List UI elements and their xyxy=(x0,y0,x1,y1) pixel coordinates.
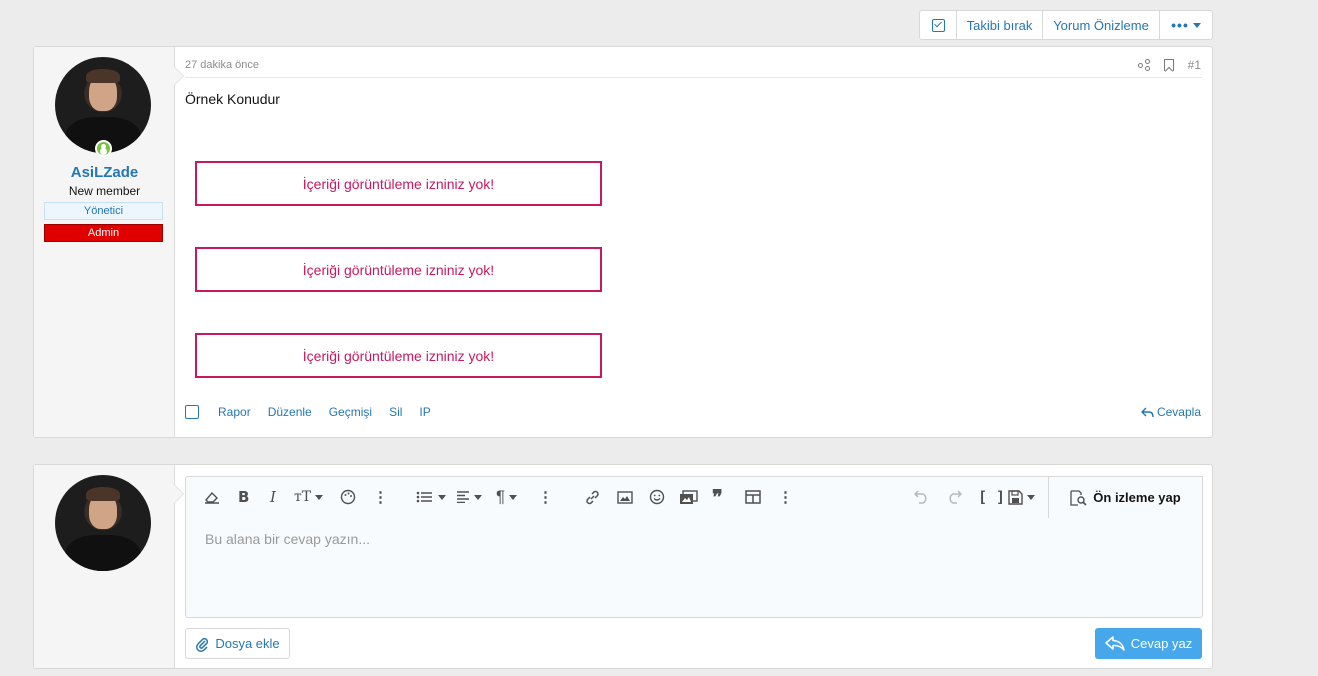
edit-link[interactable]: Düzenle xyxy=(268,405,312,419)
table-icon[interactable] xyxy=(745,486,761,508)
select-post-checkbox[interactable] xyxy=(185,405,199,419)
more-paragraph-options-icon[interactable]: ⋮ xyxy=(538,486,553,508)
preview-button-label: Ön izleme yap xyxy=(1093,490,1181,505)
redo-icon[interactable] xyxy=(946,486,962,508)
reply-icon xyxy=(1140,407,1154,417)
bbcode-toggle-icon[interactable]: [ ] xyxy=(978,486,1005,508)
submit-label: Cevap yaz xyxy=(1130,636,1193,651)
post-reply-button[interactable]: Cevap yaz xyxy=(1095,628,1202,659)
undo-icon[interactable] xyxy=(914,486,930,508)
attach-label: Dosya ekle xyxy=(215,636,280,651)
paragraph-icon[interactable]: ¶ xyxy=(496,486,518,508)
more-options-button[interactable]: ••• xyxy=(1160,11,1212,39)
media-icon[interactable] xyxy=(679,486,698,508)
post-number[interactable]: #1 xyxy=(1188,58,1201,72)
editor-toolbar: B I тT ⋮ ¶ ⋮ ❞ ⋮ [] Ön izleme yap xyxy=(186,476,1203,518)
post-actions: Rapor Düzenle Geçmişi Sil IP xyxy=(185,405,448,419)
select-thread-checkbox[interactable] xyxy=(920,11,957,39)
unfollow-button[interactable]: Takibi bırak xyxy=(957,11,1043,39)
font-size-icon[interactable]: тT xyxy=(294,486,324,508)
ip-link[interactable]: IP xyxy=(419,405,430,419)
avatar xyxy=(55,475,151,571)
reply-user-cell xyxy=(34,465,184,668)
italic-icon[interactable]: I xyxy=(270,486,276,508)
smiley-icon[interactable] xyxy=(649,486,665,508)
clear-format-icon[interactable] xyxy=(204,486,220,508)
more-dots-icon: ••• xyxy=(1171,17,1189,33)
user-title: New member xyxy=(68,184,141,198)
avatar[interactable] xyxy=(55,57,151,153)
attach-files-button[interactable]: Dosya ekle xyxy=(185,628,290,659)
reply-content: B I тT ⋮ ¶ ⋮ ❞ ⋮ [] Ön izleme yap Bu al… xyxy=(175,465,1212,668)
post-content: 27 dakika önce #1 Örnek Konudur İçeriği … xyxy=(175,47,1212,437)
more-text-options-icon[interactable]: ⋮ xyxy=(373,486,388,508)
editor-preview-button[interactable]: Ön izleme yap xyxy=(1048,476,1203,518)
history-link[interactable]: Geçmişi xyxy=(329,405,372,419)
staff-banner: Yönetici xyxy=(44,202,163,220)
post-timestamp[interactable]: 27 dakika önce xyxy=(185,59,259,71)
post-message: AsiLZade New member Yönetici Admin 27 da… xyxy=(33,46,1213,438)
quick-reply: B I тT ⋮ ¶ ⋮ ❞ ⋮ [] Ön izleme yap Bu al… xyxy=(33,464,1213,669)
reply-label: Cevapla xyxy=(1156,405,1201,419)
reply-input[interactable]: Bu alana bir cevap yazın... xyxy=(205,531,370,547)
divider xyxy=(185,77,1202,78)
list-icon[interactable] xyxy=(416,486,446,508)
online-status-icon xyxy=(95,140,112,157)
locked-content-notice: İçeriği görüntüleme izniniz yok! xyxy=(195,161,602,206)
share-icon[interactable] xyxy=(1137,59,1150,71)
link-icon[interactable] xyxy=(584,486,601,508)
post-user-cell: AsiLZade New member Yönetici Admin xyxy=(34,47,184,437)
post-body-text: Örnek Konudur xyxy=(185,91,280,107)
locked-content-notice: İçeriği görüntüleme izniniz yok! xyxy=(195,333,602,378)
preview-search-icon xyxy=(1070,489,1087,506)
delete-link[interactable]: Sil xyxy=(389,405,402,419)
thread-toolbar: Takibi bırak Yorum Önizleme ••• xyxy=(919,10,1213,40)
quote-icon[interactable]: ❞ xyxy=(712,485,723,509)
locked-content-notice: İçeriği görüntüleme izniniz yok! xyxy=(195,247,602,292)
more-insert-options-icon[interactable]: ⋮ xyxy=(778,486,793,508)
report-link[interactable]: Rapor xyxy=(218,405,251,419)
rich-text-editor: B I тT ⋮ ¶ ⋮ ❞ ⋮ [] Ön izleme yap Bu al… xyxy=(185,476,1203,618)
reply-link[interactable]: Cevapla xyxy=(1140,405,1201,419)
align-icon[interactable] xyxy=(456,486,482,508)
text-color-icon[interactable] xyxy=(340,486,356,508)
checkbox-icon xyxy=(931,18,945,32)
post-meta-actions: #1 xyxy=(1137,58,1201,72)
username[interactable]: AsiLZade xyxy=(34,164,175,181)
bold-icon[interactable]: B xyxy=(238,486,249,508)
admin-banner: Admin xyxy=(44,224,163,242)
bookmark-icon[interactable] xyxy=(1163,59,1174,71)
draft-save-icon[interactable] xyxy=(1008,486,1035,508)
image-icon[interactable] xyxy=(617,486,633,508)
reply-icon xyxy=(1105,636,1125,651)
chevron-down-icon xyxy=(1192,22,1201,28)
paperclip-icon xyxy=(196,637,209,652)
comment-preview-button[interactable]: Yorum Önizleme xyxy=(1043,11,1160,39)
